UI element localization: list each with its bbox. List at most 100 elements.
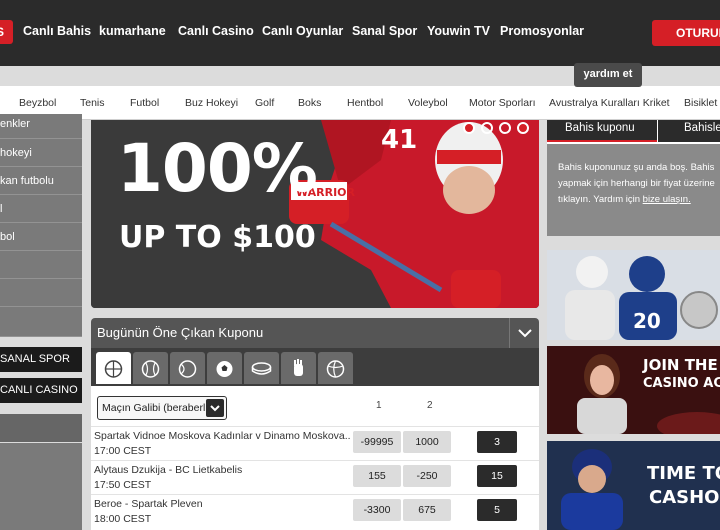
match-name[interactable]: Spartak Vidnoe Moskova Kadınlar v Dinamo… xyxy=(94,430,350,442)
betslip-text-line-1: Bahis kuponunuz şu anda boş. Bahis xyxy=(558,162,715,173)
match-time: 17:50 CEST xyxy=(94,479,152,491)
carousel-dot-2[interactable] xyxy=(481,122,493,134)
sport-ice-hockey[interactable]: Buz Hokeyi xyxy=(185,97,238,109)
tab-my-bets[interactable]: Bahisle xyxy=(658,120,720,142)
promo-cashout[interactable]: TIME TO CASHO xyxy=(547,441,720,530)
sport-filter-bar: Beyzbol Tenis Futbol Buz Hokeyi Golf Bok… xyxy=(0,86,720,120)
sport-volleyball[interactable]: Voleybol xyxy=(408,97,448,109)
more-markets-button[interactable]: 5 xyxy=(477,499,517,521)
sport-boxing[interactable]: Boks xyxy=(298,97,321,109)
odd-home[interactable]: 155 xyxy=(353,465,401,487)
carousel-dot-4[interactable] xyxy=(517,122,529,134)
hand-icon xyxy=(294,359,303,376)
nav-tab-sports[interactable]: S xyxy=(0,20,13,44)
featured-coupon-header: Bugünün Öne Çıkan Kuponu xyxy=(91,318,539,348)
baseball-icon xyxy=(141,360,160,378)
more-markets-button[interactable]: 3 xyxy=(477,431,517,453)
more-markets-button[interactable]: 15 xyxy=(477,465,517,487)
sidebar-live-casino[interactable]: CANLI CASINO xyxy=(0,378,82,403)
collapse-chevron-button[interactable] xyxy=(509,318,539,348)
tab-ice-hockey[interactable] xyxy=(244,352,279,384)
jersey-number: 41 xyxy=(381,125,417,155)
sidebar-section-body xyxy=(0,443,82,530)
featured-coupon-title: Bugünün Öne Çıkan Kuponu xyxy=(97,325,264,340)
betslip-text-line-3: tıklayın. Yardım için xyxy=(558,194,641,205)
nav-live-betting[interactable]: Canlı Bahis xyxy=(23,24,91,38)
promo-casino[interactable]: JOIN THE CASINO AC xyxy=(547,346,720,434)
nav-youwin-tv[interactable]: Youwin TV xyxy=(427,24,490,38)
cashout-promo-line-2: CASHO xyxy=(649,487,720,508)
odd-home[interactable]: -3300 xyxy=(353,499,401,521)
odd-away[interactable]: 675 xyxy=(403,499,451,521)
carousel-dot-3[interactable] xyxy=(499,122,511,134)
chevron-down-icon xyxy=(210,405,220,412)
column-header-away: 2 xyxy=(427,400,433,411)
volleyball-icon xyxy=(326,360,345,378)
odd-away[interactable]: 1000 xyxy=(403,431,451,453)
sidebar-item-3[interactable]: kan futbolu xyxy=(0,167,82,195)
sport-aussie-rules-cricket[interactable]: Avustralya Kuralları Kriket xyxy=(549,97,670,109)
tab-baseball[interactable] xyxy=(133,352,168,384)
banner-subline: UP TO $100 xyxy=(119,220,316,255)
match-time: 17:00 CEST xyxy=(94,445,152,457)
nav-virtual-sports[interactable]: Sanal Spor xyxy=(352,24,417,38)
tab-football[interactable] xyxy=(207,352,242,384)
nav-live-casino[interactable]: Canlı Casino xyxy=(178,24,254,38)
promo-banner[interactable]: WARRIOR 41 100% UP TO $100 xyxy=(91,120,539,308)
tab-betslip[interactable]: Bahis kuponu xyxy=(547,120,657,142)
betslip-empty-message: Bahis kuponunuz şu anda boş. Bahis yapma… xyxy=(547,144,720,236)
hockey-puck-icon xyxy=(251,362,272,375)
match-name[interactable]: Alytaus Dzukija - BC Lietkabelis xyxy=(94,464,242,476)
sport-football[interactable]: Futbol xyxy=(130,97,159,109)
sport-motorsports[interactable]: Motor Sporları xyxy=(469,97,536,109)
sidebar-item-2[interactable]: hokeyi xyxy=(0,139,82,167)
nav-casino[interactable]: kumarhane xyxy=(99,24,166,38)
market-select[interactable]: Maçın Galibi (beraberl... xyxy=(97,396,227,420)
sport-tennis[interactable]: Tenis xyxy=(80,97,105,109)
contact-us-link[interactable]: bize ulaşın. xyxy=(643,194,691,205)
promo-football[interactable]: 20 xyxy=(547,250,720,340)
sidebar-item-8[interactable] xyxy=(0,307,82,337)
sidebar-virtual-sports[interactable]: SANAL SPOR xyxy=(0,347,82,372)
login-button[interactable]: OTURUM xyxy=(652,20,720,46)
soccer-ball-icon xyxy=(216,361,233,377)
sport-cycling[interactable]: Bisiklet s xyxy=(684,97,720,109)
help-tab[interactable]: yardım et xyxy=(574,63,642,87)
betslip-tabs: Bahis kuponu Bahisle xyxy=(547,120,720,144)
featured-coupon-body: Maçın Galibi (beraberl... 1 2 Spartak Vi… xyxy=(91,386,539,530)
chevron-down-icon xyxy=(518,329,532,338)
sidebar-item-5[interactable]: bol xyxy=(0,223,82,251)
tab-tennis[interactable] xyxy=(170,352,205,384)
match-time: 18:00 CEST xyxy=(94,513,152,525)
sidebar-item-4[interactable]: l xyxy=(0,195,82,223)
nav-promotions[interactable]: Promosyonlar xyxy=(500,24,584,38)
nav-live-games[interactable]: Canlı Oyunlar xyxy=(262,24,343,38)
sport-handball[interactable]: Hentbol xyxy=(347,97,383,109)
casino-promo-line-2: CASINO AC xyxy=(643,376,720,391)
sidebar-section-header xyxy=(0,414,82,442)
match-name[interactable]: Beroe - Spartak Pleven xyxy=(94,498,203,510)
sidebar-item-6[interactable] xyxy=(0,251,82,279)
carousel-dot-1[interactable] xyxy=(463,122,475,134)
tab-basketball[interactable] xyxy=(96,352,131,384)
market-select-toggle[interactable] xyxy=(206,399,224,417)
market-select-value: Maçın Galibi (beraberl... xyxy=(102,402,215,414)
banner-headline: 100% xyxy=(117,130,318,207)
football-players-image: 20 xyxy=(547,250,720,340)
odd-home[interactable]: -99995 xyxy=(353,431,401,453)
top-navigation: S Canlı Bahis kumarhane Canlı Casino Can… xyxy=(0,0,720,66)
match-row: Spartak Vidnoe Moskova Kadınlar v Dinamo… xyxy=(91,426,539,460)
promo-jersey-number: 20 xyxy=(633,309,661,333)
sport-tabs xyxy=(91,348,539,386)
match-row: Alytaus Dzukija - BC Lietkabelis 17:50 C… xyxy=(91,460,539,494)
betslip-text-line-2: yapmak için herhangi bir fiyat üzerine xyxy=(558,178,715,189)
sport-baseball[interactable]: Beyzbol xyxy=(19,97,56,109)
tab-handball[interactable] xyxy=(281,352,316,384)
sidebar-item-7[interactable] xyxy=(0,279,82,307)
odd-away[interactable]: -250 xyxy=(403,465,451,487)
sidebar-item-1[interactable]: enkler xyxy=(0,114,82,139)
casino-promo-line-1: JOIN THE xyxy=(643,356,718,374)
tab-volleyball[interactable] xyxy=(318,352,353,384)
tennis-ball-icon xyxy=(178,360,197,378)
sport-golf[interactable]: Golf xyxy=(255,97,274,109)
